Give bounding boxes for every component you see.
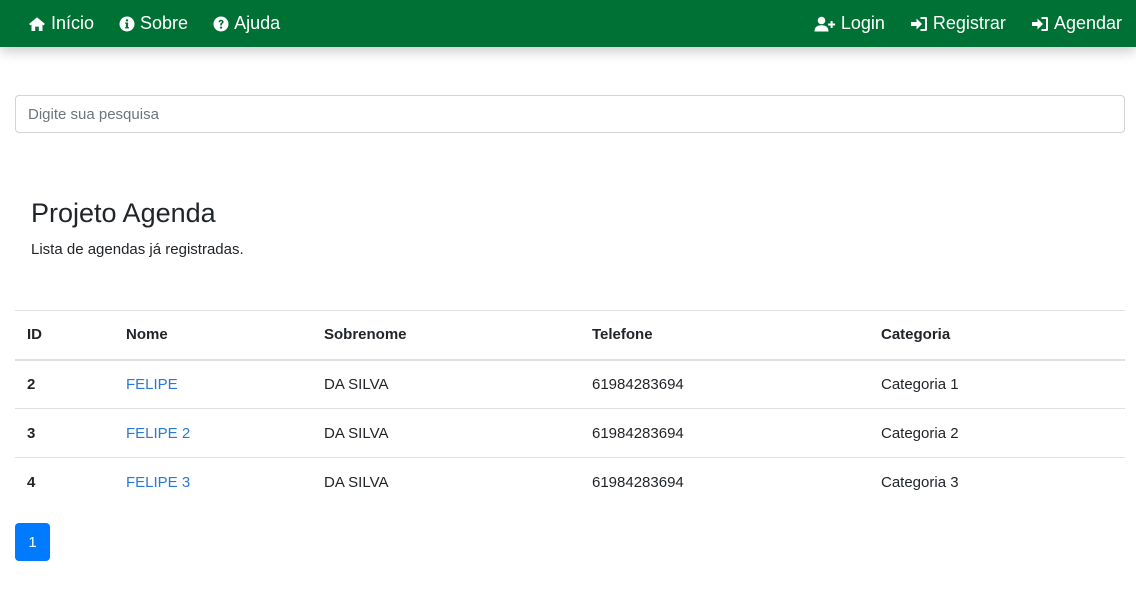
nav-agendar-label: Agendar <box>1053 13 1122 33</box>
search-input[interactable] <box>15 95 1125 133</box>
column-header-telefone: Telefone <box>580 310 869 361</box>
page-title: Projeto Agenda <box>31 198 216 228</box>
nav-registrar-link[interactable]: Registrar <box>910 13 1006 34</box>
cell-id: 4 <box>15 457 114 507</box>
cell-id: 2 <box>15 359 114 409</box>
column-header-categoria: Categoria <box>869 310 1125 361</box>
column-header-id: ID <box>15 310 114 361</box>
page-1-button[interactable]: 1 <box>15 523 50 561</box>
navbar-left-group: Início Sobre Ajuda <box>28 13 305 34</box>
nav-inicio-link[interactable]: Início <box>28 13 94 34</box>
cell-nome: FELIPE 2 <box>114 408 312 458</box>
nav-login-link[interactable]: Login <box>814 13 885 34</box>
nav-login-label: Login <box>840 13 885 33</box>
cell-categoria: Categoria 2 <box>869 408 1125 458</box>
nav-sobre-link[interactable]: Sobre <box>119 13 188 34</box>
table-row: 2 FELIPE DA SILVA 61984283694 Categoria … <box>15 359 1125 409</box>
cell-sobrenome: DA SILVA <box>312 408 580 458</box>
sign-in-icon <box>1031 16 1048 31</box>
nav-sobre-label: Sobre <box>140 13 189 33</box>
question-circle-icon <box>213 16 229 31</box>
pagination: 1 <box>15 523 50 561</box>
cell-nome: FELIPE <box>114 359 312 409</box>
agenda-table: ID Nome Sobrenome Telefone Categoria 2 F… <box>15 310 1125 507</box>
page-subtitle: Lista de agendas já registradas. <box>31 241 244 258</box>
nav-ajuda-label: Ajuda <box>234 13 281 33</box>
cell-categoria: Categoria 3 <box>869 457 1125 507</box>
info-circle-icon <box>119 16 135 31</box>
table-header-row: ID Nome Sobrenome Telefone Categoria <box>15 310 1125 361</box>
cell-sobrenome: DA SILVA <box>312 457 580 507</box>
table-row: 4 FELIPE 3 DA SILVA 61984283694 Categori… <box>15 457 1125 507</box>
user-plus-icon <box>814 16 835 31</box>
nav-ajuda-link[interactable]: Ajuda <box>213 13 280 34</box>
sign-in-icon <box>910 16 927 31</box>
cell-telefone: 61984283694 <box>580 359 869 409</box>
cell-nome: FELIPE 3 <box>114 457 312 507</box>
nav-inicio-label: Início <box>51 13 95 33</box>
cell-telefone: 61984283694 <box>580 408 869 458</box>
cell-categoria: Categoria 1 <box>869 359 1125 409</box>
top-navbar: Início Sobre Ajuda Login Registrar Agend… <box>0 0 1136 47</box>
nav-registrar-label: Registrar <box>932 13 1006 33</box>
column-header-sobrenome: Sobrenome <box>312 310 580 361</box>
cell-sobrenome: DA SILVA <box>312 359 580 409</box>
column-header-nome: Nome <box>114 310 312 361</box>
search-container <box>15 95 1125 133</box>
navbar-right-group: Login Registrar Agendar <box>789 13 1122 34</box>
nome-link[interactable]: FELIPE 2 <box>126 425 190 442</box>
nav-agendar-link[interactable]: Agendar <box>1031 13 1122 34</box>
nome-link[interactable]: FELIPE 3 <box>126 474 190 491</box>
cell-telefone: 61984283694 <box>580 457 869 507</box>
cell-id: 3 <box>15 408 114 458</box>
nome-link[interactable]: FELIPE <box>126 376 178 393</box>
home-icon <box>29 16 45 31</box>
table-row: 3 FELIPE 2 DA SILVA 61984283694 Categori… <box>15 408 1125 458</box>
